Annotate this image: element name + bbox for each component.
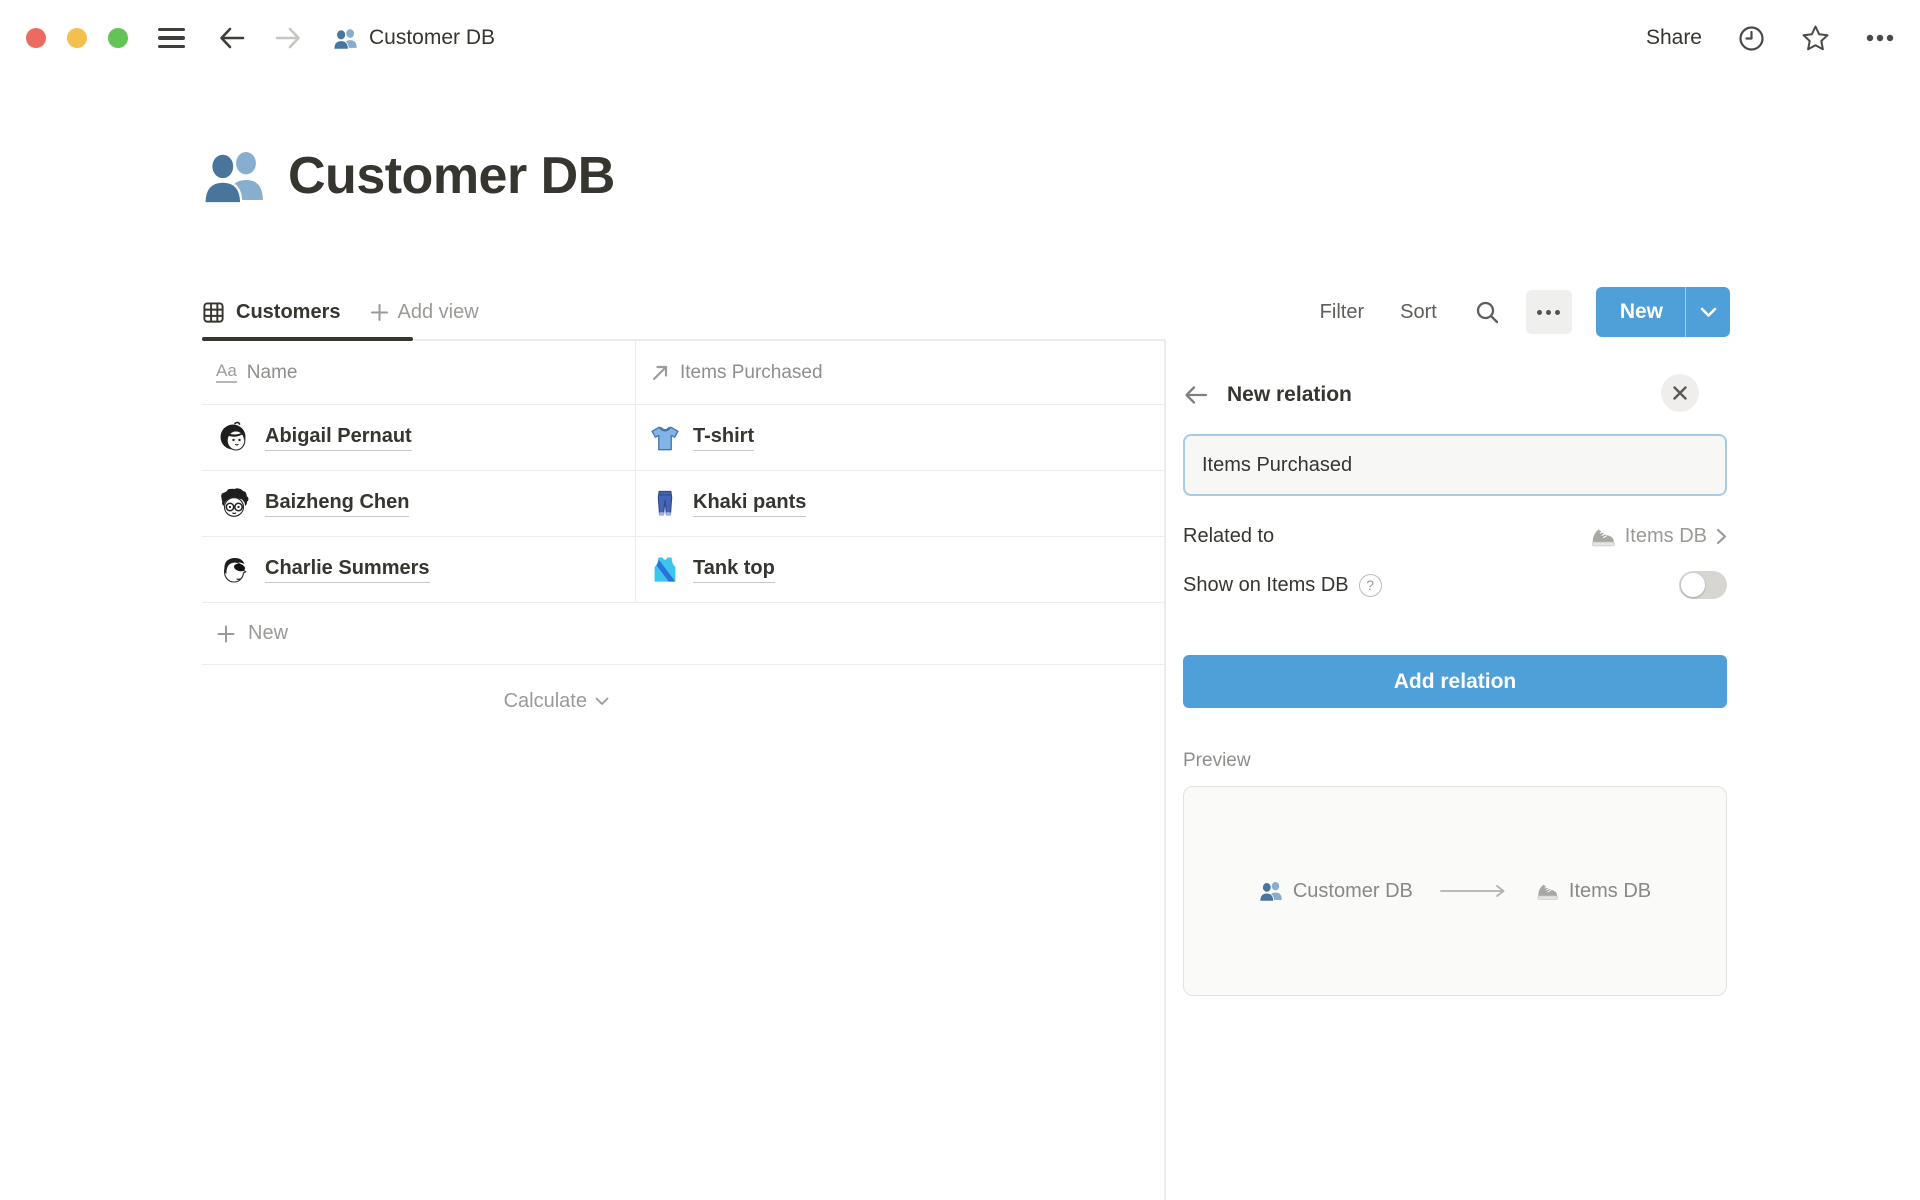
show-on-toggle[interactable]: [1679, 571, 1727, 599]
close-window-button[interactable]: [26, 28, 46, 48]
customers-table: Aa Name Items Purchased: [202, 341, 1164, 737]
avatar-abigail: [216, 420, 252, 456]
text-type-icon: Aa: [216, 362, 237, 383]
item-link[interactable]: T-shirt: [693, 425, 754, 451]
preview-source-label: Customer DB: [1293, 880, 1413, 903]
add-view-label: Add view: [397, 301, 478, 324]
related-to-select[interactable]: Items DB: [1589, 523, 1727, 550]
column-name-label: Name: [247, 362, 298, 384]
view-more-options-button[interactable]: [1526, 290, 1572, 334]
items-cell[interactable]: T-shirt: [635, 405, 1164, 470]
preview-target-db: Items DB: [1535, 879, 1651, 903]
relation-name-input[interactable]: [1183, 434, 1727, 496]
item-link[interactable]: Khaki pants: [693, 491, 806, 517]
preview-source-db: Customer DB: [1259, 879, 1413, 903]
preview-label: Preview: [1183, 750, 1727, 772]
customer-name-link[interactable]: Charlie Summers: [265, 557, 430, 583]
sort-button[interactable]: Sort: [1400, 301, 1437, 324]
add-relation-button[interactable]: Add relation: [1183, 655, 1727, 708]
sidebar-menu-button[interactable]: [158, 28, 185, 48]
plus-icon: [370, 303, 389, 322]
search-icon[interactable]: [1475, 300, 1500, 325]
notion-window: Customer DB Share Customer DB: [0, 0, 1920, 1200]
new-record-button[interactable]: New: [1596, 287, 1730, 337]
new-row-label: New: [248, 622, 288, 645]
customers-db-icon: [333, 26, 358, 51]
relation-direction-arrow: [1439, 884, 1509, 898]
new-button-chevron-down-icon[interactable]: [1686, 287, 1730, 337]
sneaker-icon: [1589, 523, 1616, 550]
favorite-star-icon[interactable]: [1801, 24, 1830, 52]
jeans-icon: [650, 489, 680, 519]
zoom-window-button[interactable]: [108, 28, 128, 48]
view-toolbar: Customers Add view Filter Sort New: [202, 284, 1730, 340]
table-view-icon: [202, 301, 225, 324]
updates-clock-icon[interactable]: [1738, 25, 1765, 52]
relation-arrow-icon: [650, 363, 670, 383]
table-row: Abigail Pernaut T-shirt: [202, 405, 1164, 471]
column-header-name[interactable]: Aa Name: [202, 341, 635, 404]
table-footer: Calculate: [202, 665, 1164, 737]
name-cell[interactable]: Abigail Pernaut: [202, 405, 635, 470]
panel-close-button[interactable]: [1661, 374, 1699, 412]
forward-arrow-icon[interactable]: [273, 25, 303, 51]
help-icon[interactable]: ?: [1359, 574, 1382, 597]
panel-back-arrow-icon[interactable]: [1183, 384, 1209, 406]
preview-target-label: Items DB: [1569, 880, 1651, 903]
page-header: Customer DB: [202, 144, 615, 208]
tab-customers[interactable]: Customers: [202, 301, 340, 324]
sneaker-icon: [1535, 879, 1559, 903]
filter-button[interactable]: Filter: [1320, 301, 1364, 324]
breadcrumb[interactable]: Customer DB: [333, 26, 495, 51]
table-row: Baizheng Chen Khaki pants: [202, 471, 1164, 537]
related-to-label: Related to: [1183, 525, 1274, 548]
plus-icon: [216, 624, 236, 644]
related-to-value: Items DB: [1625, 525, 1707, 548]
customer-name-link[interactable]: Abigail Pernaut: [265, 425, 412, 451]
share-button[interactable]: Share: [1646, 26, 1702, 50]
tank-top-icon: [650, 555, 680, 585]
add-view-button[interactable]: Add view: [370, 301, 478, 324]
page-icon-customers[interactable]: [202, 144, 266, 208]
item-link[interactable]: Tank top: [693, 557, 775, 583]
chevron-right-icon: [1716, 528, 1727, 545]
column-header-items-purchased[interactable]: Items Purchased: [635, 341, 1164, 404]
panel-header: New relation: [1183, 368, 1727, 422]
t-shirt-icon: [650, 423, 680, 453]
window-topbar: Customer DB Share: [0, 0, 1920, 76]
avatar-charlie: [216, 552, 252, 588]
table-row: Charlie Summers Tank top: [202, 537, 1164, 603]
table-header-row: Aa Name Items Purchased: [202, 341, 1164, 405]
breadcrumb-title: Customer DB: [369, 26, 495, 50]
show-on-row: Show on Items DB ?: [1183, 565, 1727, 605]
more-options-icon[interactable]: [1866, 34, 1894, 42]
column-items-label: Items Purchased: [680, 362, 823, 384]
new-row-button[interactable]: New: [202, 603, 1164, 665]
new-button-label: New: [1596, 287, 1685, 337]
customer-name-link[interactable]: Baizheng Chen: [265, 491, 409, 517]
customers-db-icon: [1259, 879, 1283, 903]
panel-title: New relation: [1227, 383, 1352, 407]
name-cell[interactable]: Charlie Summers: [202, 537, 635, 602]
calculate-button[interactable]: Calculate: [202, 665, 635, 737]
items-cell[interactable]: Khaki pants: [635, 471, 1164, 536]
back-arrow-icon[interactable]: [217, 25, 247, 51]
panel-divider: [1164, 340, 1166, 1200]
chevron-down-icon: [595, 697, 609, 706]
page-title: Customer DB: [288, 146, 615, 206]
name-cell[interactable]: Baizheng Chen: [202, 471, 635, 536]
show-on-label: Show on Items DB: [1183, 574, 1349, 597]
minimize-window-button[interactable]: [67, 28, 87, 48]
toggle-knob: [1681, 573, 1705, 597]
avatar-baizheng: [216, 486, 252, 522]
relation-preview-box: Customer DB Items DB: [1183, 786, 1727, 996]
traffic-lights: [26, 28, 128, 48]
new-relation-panel: New relation Related to Items DB: [1183, 368, 1727, 996]
tab-customers-label: Customers: [236, 301, 340, 324]
calculate-label: Calculate: [504, 690, 587, 713]
items-cell[interactable]: Tank top: [635, 537, 1164, 602]
related-to-row: Related to Items DB: [1183, 516, 1727, 556]
